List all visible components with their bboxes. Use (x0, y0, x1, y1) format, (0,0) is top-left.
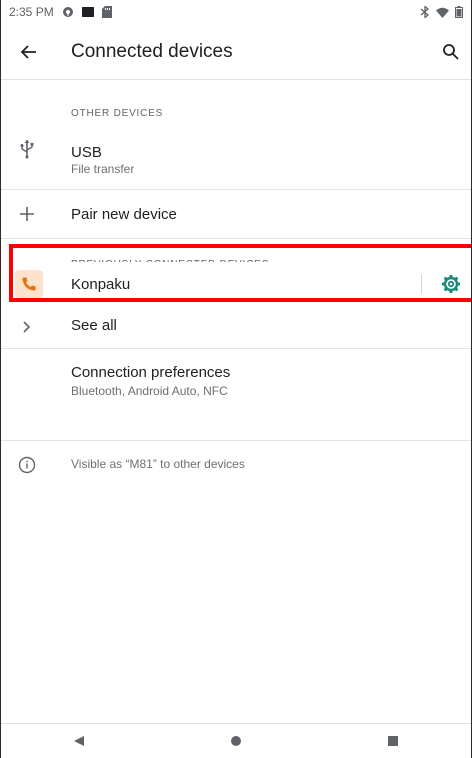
vpn-key-icon (62, 6, 74, 18)
bluetooth-icon (420, 6, 430, 18)
nav-home-button[interactable] (222, 727, 250, 755)
nav-recents-button[interactable] (379, 727, 407, 755)
usb-title: USB (71, 144, 102, 161)
nav-back-button[interactable] (65, 727, 93, 755)
section-header-other-devices: OTHER DEVICES (71, 108, 164, 119)
status-time: 2:35 PM (9, 5, 54, 19)
usb-subtitle: File transfer (71, 162, 135, 176)
search-button[interactable] (437, 38, 465, 66)
sd-card-icon (101, 6, 112, 18)
pair-new-device-row[interactable]: Pair new device (1, 190, 471, 238)
visibility-text: Visible as “M81” to other devices (71, 457, 245, 471)
app-bar: Connected devices (1, 24, 471, 80)
see-all-row[interactable]: See all (1, 306, 471, 348)
usb-row[interactable]: USB File transfer (1, 132, 471, 176)
battery-icon (455, 6, 463, 18)
info-icon (15, 453, 39, 477)
recents-square-icon (387, 736, 398, 746)
status-right (420, 6, 463, 18)
back-button[interactable] (15, 38, 43, 66)
search-icon (443, 44, 459, 60)
connection-preferences-title: Connection preferences (71, 364, 231, 381)
status-bar: 2:35 PM (1, 0, 471, 24)
connection-preferences-row[interactable]: Connection preferences Bluetooth, Androi… (1, 349, 471, 439)
home-circle-icon (230, 736, 241, 746)
page-title: Connected devices (71, 41, 233, 62)
divider (1, 238, 471, 239)
plus-icon (15, 202, 39, 226)
chevron-right-icon (15, 315, 39, 339)
arrow-back-icon (20, 45, 36, 59)
highlight-frame (9, 244, 471, 302)
connection-preferences-subtitle: Bluetooth, Android Auto, NFC (71, 384, 228, 398)
navigation-bar (1, 723, 471, 758)
see-all-label: See all (71, 317, 117, 334)
status-left: 2:35 PM (9, 5, 112, 19)
visibility-info-row: Visible as “M81” to other devices (1, 441, 471, 485)
pair-new-device-label: Pair new device (71, 206, 177, 223)
back-triangle-icon (74, 736, 85, 746)
usb-icon (15, 137, 39, 161)
black-square-icon (81, 6, 94, 18)
screen: 2:35 PM Connected devices OTHER DEVICES … (0, 0, 472, 758)
wifi-icon (436, 7, 449, 18)
